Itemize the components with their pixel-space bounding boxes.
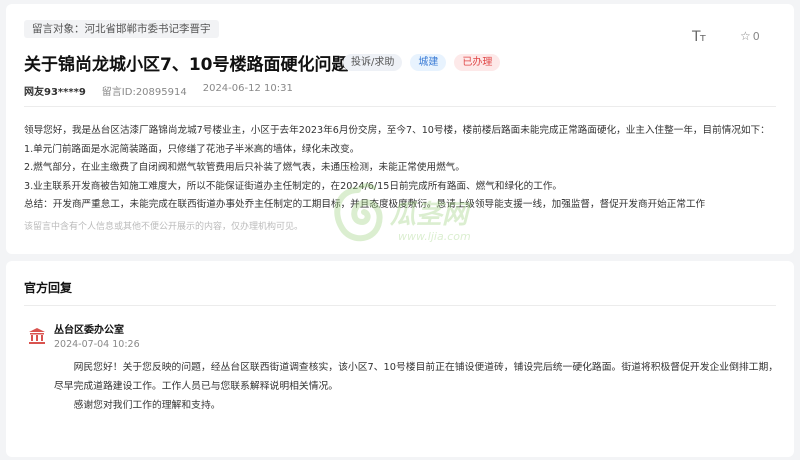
message-card: 留言对象：河北省邯郸市委书记李晋宇 Tт ☆ 0 关于锦尚龙城小区7、10号楼路…: [6, 4, 794, 254]
reply-section-title: 官方回复: [24, 281, 73, 295]
message-target-tag: 留言对象：河北省邯郸市委书记李晋宇: [24, 20, 219, 38]
message-id: 留言ID:20895914: [101, 87, 187, 98]
reply-card: 官方回复 丛台区委办公室 2024-07-04 10:26 网民您好！关于您反映…: [6, 261, 794, 457]
divider: [24, 305, 776, 306]
star-icon: ☆: [740, 29, 751, 43]
message-tags: 投诉/求助 城建 已办理: [343, 54, 501, 71]
message-meta: 网友93****9 留言ID:20895914 2024-06-12 10:31: [24, 83, 293, 98]
government-building-icon: [29, 328, 45, 344]
reply-paragraph: 网民您好！关于您反映的问题，经丛台区联西街道调查核实，该小区7、10号楼目前正在…: [54, 362, 779, 392]
watermark: 瓜茎网 www.ljia.com: [328, 182, 508, 258]
tag-message-type: 投诉/求助: [343, 54, 403, 71]
message-user: 网友93****9: [24, 87, 86, 98]
privacy-notice: 该留言中含有个人信息或其他不便公开展示的内容，仅办理机构可见。: [24, 222, 304, 232]
content-line: 2.燃气部分，在业主缴费了自闭阀和燃气软管费用后只补装了燃气表，未通压检测，未能…: [24, 162, 465, 173]
tag-status: 已办理: [454, 54, 501, 71]
reply-datetime: 2024-07-04 10:26: [54, 339, 140, 350]
divider: [24, 106, 776, 107]
tag-department: 城建: [410, 54, 447, 71]
message-title: 关于锦尚龙城小区7、10号楼路面硬化问题: [24, 55, 349, 75]
reply-paragraph: 感谢您对我们工作的理解和支持。: [73, 400, 221, 411]
message-datetime: 2024-06-12 10:31: [202, 83, 293, 94]
watermark-logo-icon: [334, 183, 383, 242]
font-size-icon[interactable]: Tт: [692, 29, 706, 45]
watermark-text: 瓜茎网: [390, 200, 469, 230]
content-line: 1.单元门前路面是水泥简装路面，只修缮了花池子半米高的墙体，绿化未改变。: [24, 143, 360, 155]
watermark-url: www.ljia.com: [398, 230, 471, 243]
reply-body: 网民您好！关于您反映的问题，经丛台区联西街道调查核实，该小区7、10号楼目前正在…: [54, 358, 784, 415]
reply-office-name: 丛台区委办公室: [54, 325, 124, 336]
favorite-button[interactable]: ☆ 0: [740, 29, 760, 43]
favorite-count: 0: [752, 29, 760, 43]
content-line: 领导您好，我是丛台区沽漆厂路锦尚龙城7号楼业主，小区于去年2023年6月份交房，…: [24, 125, 770, 136]
